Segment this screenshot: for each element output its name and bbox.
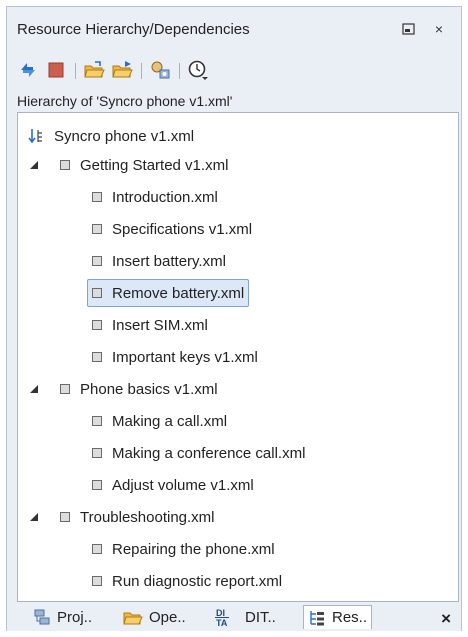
tab-label: Res.. — [332, 609, 368, 626]
tree-item[interactable]: Insert battery.xml — [92, 248, 226, 274]
tree-item-label: Repairing the phone.xml — [112, 540, 275, 558]
minimize-icon — [402, 23, 415, 35]
topic-icon — [92, 576, 102, 586]
tree-item[interactable]: Making a conference call.xml — [92, 440, 305, 466]
search-config-icon — [151, 61, 170, 79]
project-icon — [33, 608, 51, 626]
toolbar-separator — [179, 63, 180, 79]
topic-icon — [92, 352, 102, 362]
topic-icon — [92, 544, 102, 554]
tree-item-label: Making a call.xml — [112, 412, 228, 430]
tree-item[interactable]: Insert SIM.xml — [92, 312, 208, 338]
close-view-button[interactable]: × — [431, 21, 447, 37]
tree-item-label: Insert SIM.xml — [112, 316, 208, 334]
tree-item[interactable]: Troubleshooting.xml — [30, 504, 215, 530]
open-folder-icon — [84, 61, 105, 78]
svg-text:DI: DI — [216, 608, 225, 618]
topic-icon — [92, 480, 102, 490]
stop-button[interactable] — [45, 59, 67, 81]
tab-label: Proj.. — [57, 608, 93, 626]
tree-item-label: Making a conference call.xml — [112, 444, 306, 462]
tree-root[interactable]: Syncro phone v1.xml — [28, 123, 194, 149]
topic-icon — [60, 384, 70, 394]
stop-icon — [48, 62, 64, 78]
tab-label: Ope.. — [149, 608, 186, 626]
svg-text:TA: TA — [216, 618, 228, 627]
expand-toggle-icon[interactable] — [30, 385, 38, 393]
topic-icon — [60, 512, 70, 522]
tree-item-label: Remove battery.xml — [112, 284, 245, 302]
open-folder-arrow-icon — [112, 61, 133, 78]
refresh-icon — [21, 63, 35, 77]
tab-dita[interactable]: DI TA DIT.. — [211, 605, 280, 629]
topic-icon — [92, 224, 102, 234]
tab-label: DIT.. — [245, 608, 276, 626]
topic-icon — [92, 256, 102, 266]
tree-item-label: Troubleshooting.xml — [80, 508, 215, 526]
view-tabbar: Proj.. Ope.. DI TA DIT.. Res.. × — [7, 603, 461, 631]
resource-hierarchy-panel: Resource Hierarchy/Dependencies × Hierar… — [6, 6, 462, 631]
tree-item[interactable]: Repairing the phone.xml — [92, 536, 275, 562]
tree-item[interactable]: Run diagnostic report.xml — [92, 568, 282, 594]
tree-item-selected[interactable]: Remove battery.xml — [87, 279, 250, 307]
tree-item-label: Insert battery.xml — [112, 252, 226, 270]
hierarchy-label: Hierarchy of 'Syncro phone v1.xml' — [17, 93, 233, 109]
tree-item[interactable]: Phone basics v1.xml — [30, 376, 218, 402]
tab-open[interactable]: Ope.. — [119, 605, 190, 629]
tree-item-label: Adjust volume v1.xml — [112, 476, 254, 494]
history-dropdown-button[interactable] — [187, 59, 209, 81]
history-dropdown-icon — [188, 60, 208, 80]
open-folder-arrow-button[interactable] — [111, 59, 133, 81]
tree-item[interactable]: Adjust volume v1.xml — [92, 472, 254, 498]
expand-toggle-icon[interactable] — [30, 513, 38, 521]
tree-item-label: Specifications v1.xml — [112, 220, 253, 238]
open-folder-button[interactable] — [83, 59, 105, 81]
hierarchy-tree[interactable]: Syncro phone v1.xml Getting Started v1.x… — [17, 112, 459, 602]
search-config-button[interactable] — [149, 59, 171, 81]
tree-item[interactable]: Introduction.xml — [92, 184, 218, 210]
tree-item[interactable]: Important keys v1.xml — [92, 344, 258, 370]
topic-icon — [60, 160, 70, 170]
topic-icon — [92, 288, 102, 298]
refresh-button[interactable] — [17, 59, 39, 81]
toolbar-separator — [141, 63, 142, 79]
topic-icon — [92, 448, 102, 458]
tree-item[interactable]: Making a call.xml — [92, 408, 227, 434]
topic-icon — [92, 320, 102, 330]
tree-root-label: Syncro phone v1.xml — [54, 127, 195, 145]
dita-icon: DI TA — [215, 607, 239, 627]
tree-item[interactable]: Getting Started v1.xml — [30, 152, 229, 178]
tree-item-label: Phone basics v1.xml — [80, 380, 218, 398]
topic-icon — [92, 192, 102, 202]
tree-item[interactable]: Specifications v1.xml — [92, 216, 252, 242]
view-titlebar: Resource Hierarchy/Dependencies × — [7, 7, 461, 41]
open-folder-icon — [123, 608, 143, 626]
tree-item-label: Important keys v1.xml — [112, 348, 258, 366]
tree-item-label: Getting Started v1.xml — [80, 156, 229, 174]
minimize-button[interactable] — [401, 21, 417, 37]
view-title: Resource Hierarchy/Dependencies — [17, 21, 250, 38]
tab-projects[interactable]: Proj.. — [29, 605, 96, 629]
tab-resources[interactable]: Res.. — [303, 605, 373, 629]
resource-hierarchy-icon — [308, 609, 326, 627]
tree-item-label: Introduction.xml — [112, 188, 218, 206]
topic-icon — [92, 416, 102, 426]
expand-toggle-icon[interactable] — [30, 161, 38, 169]
close-tab-button[interactable]: × — [441, 609, 451, 629]
tree-item-label: Run diagnostic report.xml — [112, 572, 283, 590]
hierarchy-root-icon — [28, 127, 46, 145]
toolbar-separator — [75, 63, 76, 79]
